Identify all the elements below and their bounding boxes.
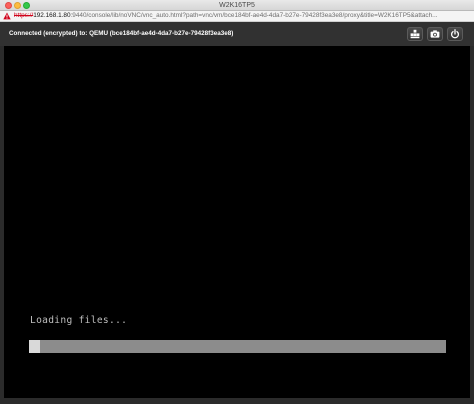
- loading-progress-fill: [29, 340, 41, 353]
- camera-icon: [430, 30, 440, 38]
- loading-progress-bar: [29, 340, 446, 353]
- url-scheme: https://: [14, 12, 34, 19]
- window-bottom-edge: [0, 398, 474, 404]
- window-title-bar: W2K16TP5: [0, 0, 474, 11]
- vm-console-screen[interactable]: Loading files...: [4, 46, 470, 398]
- window-title: W2K16TP5: [219, 2, 255, 9]
- connection-status: Connected (encrypted) to: QEMU (bce184bf…: [9, 30, 234, 37]
- address-bar[interactable]: https:// 192.168.1.80 :9440/console/lib/…: [0, 11, 474, 22]
- vnc-control-bar: Connected (encrypted) to: QEMU (bce184bf…: [0, 22, 474, 46]
- url-path: :9440/console/lib/noVNC/vnc_auto.html?pa…: [70, 12, 438, 19]
- power-button[interactable]: [447, 27, 463, 41]
- keyboard-icon: [410, 29, 420, 39]
- loading-status-text: Loading files...: [30, 315, 128, 326]
- power-icon: [450, 29, 460, 39]
- send-keys-button[interactable]: [407, 27, 423, 41]
- screenshot-button[interactable]: [427, 27, 443, 41]
- warning-icon: [3, 12, 11, 20]
- url-host: 192.168.1.80: [33, 12, 71, 19]
